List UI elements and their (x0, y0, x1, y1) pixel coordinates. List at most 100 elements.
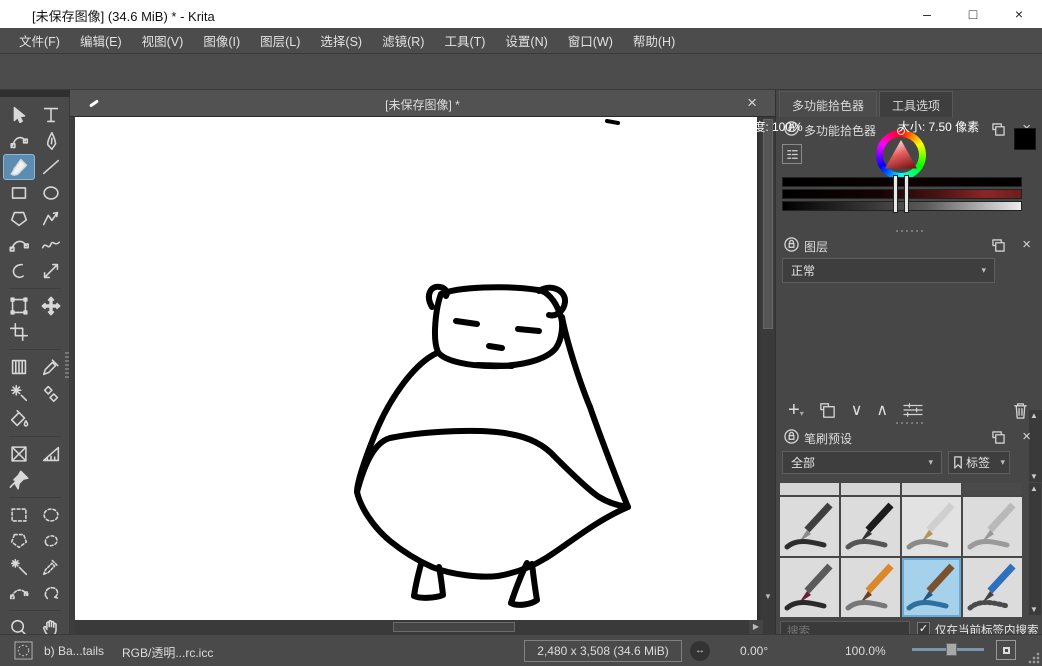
tool-reference-images[interactable] (3, 467, 35, 493)
tool-crop[interactable] (3, 319, 35, 345)
tool-move[interactable] (35, 293, 67, 319)
image-size-status[interactable]: 2,480 x 3,508 (34.6 MiB) (524, 640, 682, 662)
tab-advanced-color-selector[interactable]: 多功能拾色器 (779, 91, 877, 117)
move-layer-down-button[interactable]: ∨ (851, 400, 863, 420)
subwindow-close-icon[interactable]: × (747, 93, 757, 113)
rotation-angle-value[interactable]: 0.00° (740, 644, 768, 658)
menu-layer[interactable]: 图层(L) (251, 27, 309, 54)
layer-blend-mode-combo[interactable]: 正常 ▾ (782, 258, 995, 283)
canvas[interactable] (75, 117, 757, 620)
scroll-down-icon[interactable]: ▼ (1030, 605, 1038, 614)
scroll-right-icon[interactable]: ▶ (749, 620, 763, 634)
tab-tool-options[interactable]: 工具选项 (879, 91, 953, 117)
tool-polyline[interactable] (35, 206, 67, 232)
tag-button[interactable]: 标签 ▾ (948, 451, 1010, 474)
docker-splitter-handle[interactable] (65, 352, 69, 378)
brush-preset-partial[interactable] (902, 483, 961, 495)
subwindow-titlebar[interactable]: [未保存图像] * × (70, 90, 775, 117)
zoom-level-value[interactable]: 100.0% (845, 644, 886, 658)
color-triangle[interactable] (885, 140, 917, 170)
tool-gradient[interactable] (3, 354, 35, 380)
tool-magnetic-select[interactable] (35, 580, 67, 606)
tool-transform[interactable] (3, 293, 35, 319)
brush-filter-combo[interactable]: 全部 ▾ (782, 451, 942, 474)
tool-color-sampler[interactable] (35, 354, 67, 380)
canvas-rotation-icon[interactable]: ↔ (690, 641, 710, 661)
scroll-down-icon[interactable]: ▼ (1030, 472, 1038, 481)
tool-freehand-select[interactable] (35, 528, 67, 554)
tool-freehand-brush[interactable] (3, 154, 35, 180)
tool-freehand-path[interactable] (35, 232, 67, 258)
tool-colorize-mask[interactable] (3, 380, 35, 406)
color-selector-settings-button[interactable] (782, 144, 802, 164)
color-wheel[interactable] (876, 130, 926, 180)
horizontal-scrollbar[interactable]: ▶ (75, 620, 775, 634)
brush-preset[interactable] (902, 497, 961, 556)
lock-icon[interactable] (784, 237, 799, 257)
float-docker-icon[interactable] (992, 431, 1005, 449)
lock-icon[interactable] (784, 429, 799, 449)
tool-bezier-select[interactable] (3, 580, 35, 606)
brush-preset[interactable] (963, 497, 1022, 556)
brushes-docker-header[interactable]: 笔刷预设 × (776, 428, 1042, 448)
tool-assistants[interactable] (3, 441, 35, 467)
minimize-button[interactable]: – (904, 0, 950, 28)
menu-view[interactable]: 视图(V) (133, 27, 193, 54)
current-color-swatch[interactable] (1014, 128, 1036, 150)
brush-preset[interactable] (841, 497, 900, 556)
vertical-scrollbar-thumb[interactable] (763, 119, 773, 329)
shade-bar-handles[interactable] (893, 175, 909, 213)
tool-similar-color-select[interactable] (3, 554, 35, 580)
horizontal-scrollbar-thumb[interactable] (393, 622, 515, 632)
tool-ellipse[interactable] (35, 180, 67, 206)
menu-window[interactable]: 窗口(W) (559, 27, 622, 54)
brush-preset[interactable] (841, 558, 900, 617)
menu-settings[interactable]: 设置(N) (496, 27, 556, 54)
brush-preset-status[interactable]: b) Ba...tails (44, 644, 104, 658)
tool-calligraphy[interactable] (35, 128, 67, 154)
layer-properties-button[interactable] (902, 401, 924, 419)
brush-preset-partial[interactable] (780, 483, 839, 495)
window-resize-grip[interactable] (1028, 652, 1040, 664)
float-docker-icon[interactable] (992, 123, 1005, 141)
tool-rect-select[interactable] (3, 502, 35, 528)
docker-resize-handle[interactable] (776, 420, 1042, 426)
brush-preset[interactable] (780, 558, 839, 617)
tool-multibrush[interactable] (35, 258, 67, 284)
brush-preset-partial[interactable] (841, 483, 900, 495)
move-layer-up-button[interactable]: ∧ (876, 400, 888, 420)
close-button[interactable]: × (996, 0, 1042, 28)
tool-select-from-color[interactable] (35, 554, 67, 580)
tool-polygon-select[interactable] (3, 528, 35, 554)
toolbox-title-strip[interactable] (0, 90, 70, 97)
menu-help[interactable]: 帮助(H) (624, 27, 684, 54)
tool-polygon[interactable] (3, 206, 35, 232)
tool-fill[interactable] (3, 406, 35, 432)
selection-mode-icon[interactable] (14, 641, 33, 663)
zoom-slider-thumb[interactable] (946, 643, 957, 656)
brush-preset-selected[interactable] (902, 558, 961, 617)
duplicate-layer-button[interactable] (818, 401, 837, 420)
brush-preset-partial[interactable] (963, 483, 1022, 495)
scroll-down-icon[interactable]: ▼ (762, 590, 774, 604)
menu-file[interactable]: 文件(F) (10, 27, 69, 54)
menu-filter[interactable]: 滤镜(R) (373, 27, 433, 54)
tool-ellipse-select[interactable] (35, 502, 67, 528)
maximize-button[interactable]: □ (950, 0, 996, 28)
brush-preset[interactable] (780, 497, 839, 556)
menu-image[interactable]: 图像(I) (194, 27, 249, 54)
tool-edit-shapes[interactable] (3, 128, 35, 154)
tool-select-shapes[interactable] (3, 102, 35, 128)
zoom-reset-button[interactable] (996, 640, 1016, 660)
zoom-slider[interactable] (912, 648, 984, 651)
vertical-scrollbar[interactable]: ▼ (761, 117, 775, 620)
menu-select[interactable]: 选择(S) (311, 27, 371, 54)
docker-resize-handle[interactable] (776, 228, 1042, 234)
brush-preset[interactable] (963, 558, 1022, 617)
brush-grid-scrollbar[interactable]: ▲ ▼ (1029, 483, 1041, 615)
layers-docker-header[interactable]: 图层 × (776, 236, 1042, 256)
tool-line[interactable] (35, 154, 67, 180)
tool-smart-patch[interactable] (35, 380, 67, 406)
menu-tools[interactable]: 工具(T) (435, 27, 494, 54)
tool-rectangle[interactable] (3, 180, 35, 206)
